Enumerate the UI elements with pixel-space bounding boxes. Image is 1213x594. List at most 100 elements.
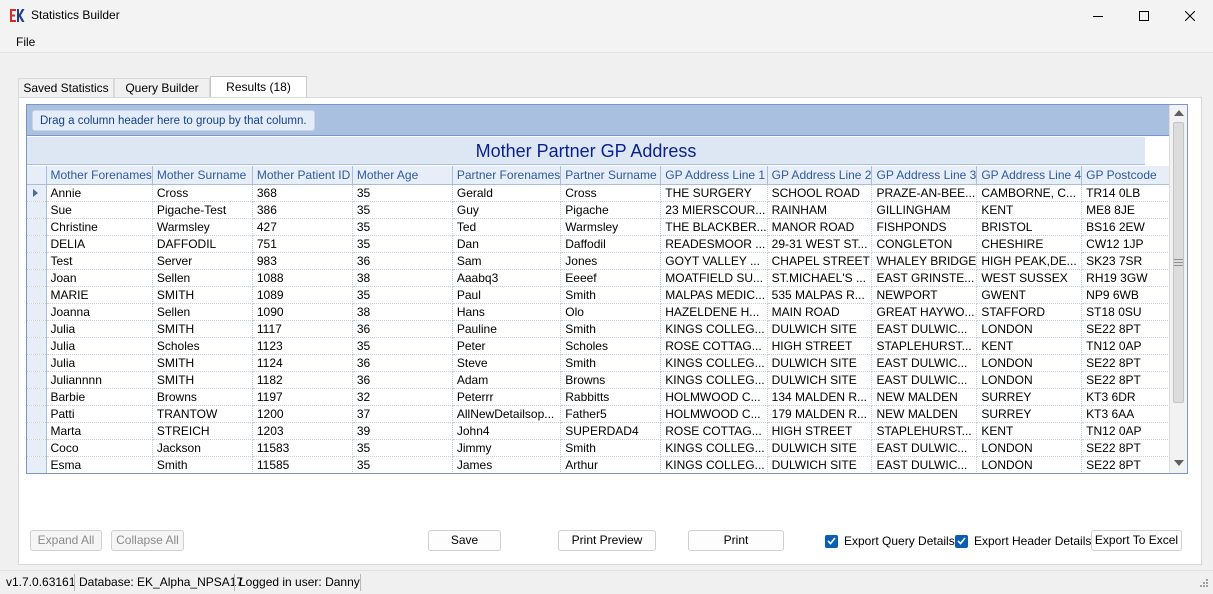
- row-header[interactable]: [27, 371, 47, 389]
- export-query-details-checkbox[interactable]: Export Query Details: [825, 533, 955, 549]
- table-cell[interactable]: SUPERDAD4: [560, 422, 662, 440]
- table-cell[interactable]: Scholes: [152, 337, 253, 355]
- table-row[interactable]: Annie Cross 368 35 Gerald Cross THE SURGERY SCH…: [27, 184, 1183, 202]
- print-button[interactable]: Print: [688, 530, 784, 551]
- table-cell[interactable]: 35: [352, 456, 453, 473]
- table-cell[interactable]: Barbie: [46, 388, 153, 406]
- close-button[interactable]: [1167, 0, 1213, 31]
- table-cell[interactable]: 1123: [252, 337, 353, 355]
- checkbox-checked-icon[interactable]: [955, 534, 968, 548]
- table-row[interactable]: Joanna Sellen 1090 38 Hans Olo HAZELDENE H... M…: [27, 303, 1183, 321]
- table-cell[interactable]: MANOR ROAD: [767, 218, 873, 236]
- table-cell[interactable]: RAINHAM: [767, 201, 873, 219]
- table-cell[interactable]: READESMOOR ...: [660, 235, 768, 253]
- table-cell[interactable]: 983: [252, 252, 353, 270]
- table-cell[interactable]: Father5: [560, 405, 662, 423]
- table-cell[interactable]: Smith: [152, 456, 253, 473]
- table-cell[interactable]: Paul: [452, 286, 562, 304]
- table-cell[interactable]: LONDON: [976, 456, 1083, 473]
- table-cell[interactable]: 39: [352, 422, 453, 440]
- table-row[interactable]: Julia Scholes 1123 35 Peter Scholes ROSE COTTA…: [27, 337, 1183, 355]
- table-row[interactable]: Barbie Browns 1197 32 Peterrr Rabbitts HOLMWOO…: [27, 388, 1183, 406]
- table-cell[interactable]: BRISTOL: [976, 218, 1083, 236]
- column-header[interactable]: GP Address Line 2: [767, 166, 873, 185]
- column-header[interactable]: GP Address Line 1: [660, 166, 768, 185]
- table-cell[interactable]: GREAT HAYWO...: [871, 303, 978, 321]
- table-cell[interactable]: Pauline: [452, 320, 562, 338]
- table-cell[interactable]: KENT: [976, 201, 1083, 219]
- column-header[interactable]: Mother Surname: [152, 166, 253, 185]
- table-cell[interactable]: 36: [352, 252, 453, 270]
- table-cell[interactable]: KINGS COLLEG...: [660, 354, 768, 372]
- table-cell[interactable]: SE22 8PT: [1081, 320, 1183, 338]
- table-cell[interactable]: 32: [352, 388, 453, 406]
- table-cell[interactable]: 35: [352, 439, 453, 457]
- table-cell[interactable]: Warmsley: [560, 218, 662, 236]
- table-cell[interactable]: GWENT: [976, 286, 1083, 304]
- table-cell[interactable]: SCHOOL ROAD: [767, 184, 873, 202]
- column-header[interactable]: Partner Forenames: [452, 166, 562, 185]
- table-cell[interactable]: 1124: [252, 354, 353, 372]
- table-cell[interactable]: HIGH STREET: [767, 337, 873, 355]
- table-cell[interactable]: Dan: [452, 235, 562, 253]
- table-cell[interactable]: 35: [352, 286, 453, 304]
- table-cell[interactable]: TR14 0LB: [1081, 184, 1183, 202]
- collapse-all-button[interactable]: Collapse All: [111, 530, 184, 551]
- export-to-excel-button[interactable]: Export To Excel: [1091, 530, 1182, 551]
- table-cell[interactable]: 134 MALDEN R...: [767, 388, 873, 406]
- table-cell[interactable]: HIGH PEAK,DE...: [976, 252, 1083, 270]
- table-cell[interactable]: EAST DULWIC...: [871, 456, 978, 473]
- table-cell[interactable]: Julia: [46, 337, 153, 355]
- row-header[interactable]: [27, 320, 47, 338]
- table-cell[interactable]: HOLMWOOD C...: [660, 388, 768, 406]
- save-button[interactable]: Save: [428, 530, 501, 551]
- table-row[interactable]: Julia SMITH 1117 36 Pauline Smith KINGS COLLEG…: [27, 320, 1183, 338]
- table-cell[interactable]: Olo: [560, 303, 662, 321]
- table-cell[interactable]: Sellen: [152, 303, 253, 321]
- table-cell[interactable]: Christine: [46, 218, 153, 236]
- table-cell[interactable]: Sellen: [152, 269, 253, 287]
- table-row[interactable]: Marta STREICH 1203 39 John4 SUPERDAD4 ROSE COT…: [27, 422, 1183, 440]
- table-cell[interactable]: DULWICH SITE: [767, 354, 873, 372]
- row-header[interactable]: [27, 286, 47, 304]
- table-cell[interactable]: KT3 6AA: [1081, 405, 1183, 423]
- table-cell[interactable]: TRANTOW: [152, 405, 253, 423]
- table-cell[interactable]: Warmsley: [152, 218, 253, 236]
- row-header[interactable]: [27, 439, 47, 457]
- table-cell[interactable]: LONDON: [976, 439, 1083, 457]
- table-cell[interactable]: NEW MALDEN: [871, 405, 978, 423]
- table-cell[interactable]: 36: [352, 371, 453, 389]
- checkbox-checked-icon[interactable]: [825, 534, 838, 548]
- table-cell[interactable]: Jones: [560, 252, 662, 270]
- table-cell[interactable]: AllNewDetailsop...: [452, 405, 562, 423]
- table-cell[interactable]: Ted: [452, 218, 562, 236]
- table-cell[interactable]: 38: [352, 303, 453, 321]
- table-cell[interactable]: Browns: [152, 388, 253, 406]
- column-header[interactable]: GP Address Line 4: [976, 166, 1083, 185]
- column-header[interactable]: GP Address Line 3: [871, 166, 978, 185]
- table-cell[interactable]: Server: [152, 252, 253, 270]
- table-cell[interactable]: Smith: [560, 286, 662, 304]
- table-cell[interactable]: EAST DULWIC...: [871, 354, 978, 372]
- table-cell[interactable]: Peterrr: [452, 388, 562, 406]
- table-cell[interactable]: GOYT VALLEY ...: [660, 252, 768, 270]
- table-cell[interactable]: ROSE COTTAG...: [660, 337, 768, 355]
- table-cell[interactable]: Pigache-Test: [152, 201, 253, 219]
- table-cell[interactable]: STAPLEHURST...: [871, 422, 978, 440]
- table-cell[interactable]: LONDON: [976, 354, 1083, 372]
- table-cell[interactable]: 35: [352, 184, 453, 202]
- scroll-down-arrow-icon[interactable]: [1174, 460, 1184, 466]
- table-cell[interactable]: 1089: [252, 286, 353, 304]
- table-cell[interactable]: 179 MALDEN R...: [767, 405, 873, 423]
- table-cell[interactable]: Test: [46, 252, 153, 270]
- table-cell[interactable]: Julia: [46, 320, 153, 338]
- table-cell[interactable]: KINGS COLLEG...: [660, 439, 768, 457]
- table-cell[interactable]: Hans: [452, 303, 562, 321]
- table-cell[interactable]: James: [452, 456, 562, 473]
- table-cell[interactable]: EAST GRINSTE...: [871, 269, 978, 287]
- table-cell[interactable]: John4: [452, 422, 562, 440]
- table-cell[interactable]: Patti: [46, 405, 153, 423]
- table-cell[interactable]: 751: [252, 235, 353, 253]
- row-header[interactable]: [27, 269, 47, 287]
- table-cell[interactable]: Jimmy: [452, 439, 562, 457]
